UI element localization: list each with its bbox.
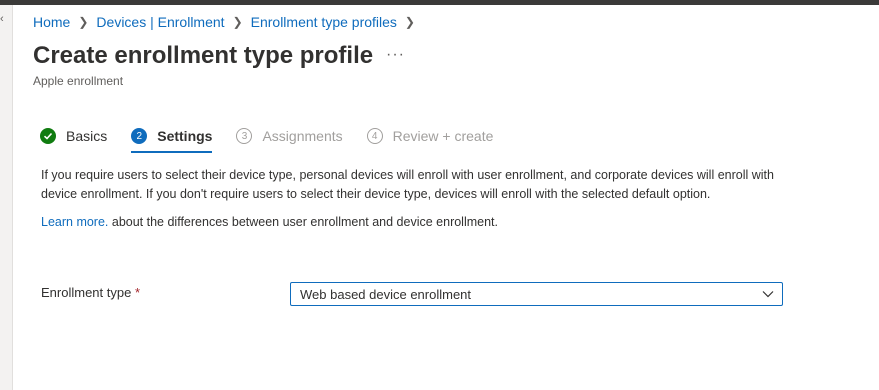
learn-more-row: Learn more. about the differences betwee… (41, 215, 498, 229)
collapsed-side-panel[interactable]: ‹ (0, 5, 13, 390)
chevron-left-icon[interactable]: ‹ (0, 13, 4, 25)
enrollment-type-dropdown[interactable]: Web based device enrollment (290, 282, 783, 306)
step-assignments-label: Assignments (262, 128, 343, 144)
chevron-right-icon: ❯ (404, 15, 415, 29)
chevron-right-icon: ❯ (78, 15, 89, 29)
breadcrumb: Home ❯ Devices | Enrollment ❯ Enrollment… (33, 14, 423, 30)
required-marker: * (134, 285, 141, 300)
page-title: Create enrollment type profile (33, 42, 374, 69)
step-number-icon: 3 (236, 128, 253, 144)
step-number-icon: 4 (366, 128, 383, 144)
step-settings-label: Settings (157, 128, 213, 144)
checkmark-icon (40, 128, 56, 144)
step-settings[interactable]: 2 Settings (131, 124, 213, 153)
chevron-down-icon (762, 291, 774, 298)
step-number-icon: 2 (131, 128, 148, 144)
wizard-steps: Basics 2 Settings 3 Assignments 4 Review… (40, 124, 517, 154)
top-bar (0, 0, 879, 5)
enrollment-type-selected-value: Web based device enrollment (300, 287, 472, 302)
learn-more-link[interactable]: Learn more. (41, 215, 108, 229)
more-options-button[interactable]: ··· (386, 46, 405, 64)
breadcrumb-devices-enrollment[interactable]: Devices | Enrollment (96, 14, 224, 30)
breadcrumb-home[interactable]: Home (33, 14, 70, 30)
settings-description: If you require users to select their dev… (41, 168, 774, 201)
enrollment-type-label: Enrollment type * (41, 285, 140, 300)
step-assignments[interactable]: 3 Assignments (236, 124, 343, 148)
step-basics[interactable]: Basics (40, 124, 107, 148)
learn-more-text: about the differences between user enrol… (108, 215, 498, 229)
enrollment-type-label-text: Enrollment type (41, 285, 132, 300)
breadcrumb-enrollment-type-profiles[interactable]: Enrollment type profiles (251, 14, 397, 30)
step-review-create[interactable]: 4 Review + create (366, 124, 494, 148)
step-review-create-label: Review + create (392, 128, 494, 144)
chevron-right-icon: ❯ (232, 15, 243, 29)
step-basics-label: Basics (66, 128, 108, 144)
page-subtitle: Apple enrollment (33, 74, 124, 88)
